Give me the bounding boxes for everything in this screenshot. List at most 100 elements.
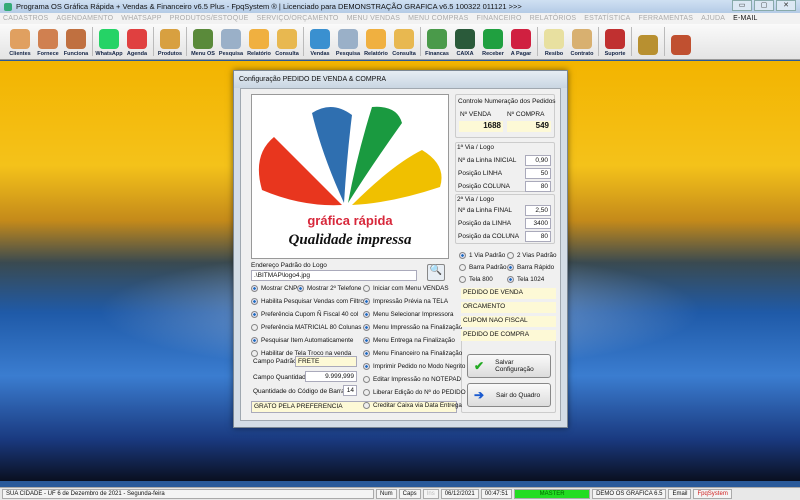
- mid-option-radio[interactable]: Menu Impressão na Finalização: [363, 324, 462, 331]
- toolbar-button-resibo[interactable]: Resibo: [540, 24, 568, 59]
- via2-field-input[interactable]: 80: [525, 231, 551, 242]
- toolbar-button-extra[interactable]: [634, 24, 662, 59]
- toolbar-label: Vendas: [310, 51, 330, 57]
- menu-whatsapp[interactable]: WHATSAPP: [121, 15, 161, 22]
- menu-menuvendas[interactable]: MENU VENDAS: [347, 15, 401, 22]
- toolbar-button-consulta[interactable]: Consulta: [390, 24, 418, 59]
- via1-field-input[interactable]: 50: [525, 168, 551, 179]
- radio-indicator: [251, 324, 258, 331]
- status-email-button[interactable]: Email: [668, 489, 692, 499]
- menu-menucompras[interactable]: MENU COMPRAS: [408, 15, 468, 22]
- toolbar-button-relatrio[interactable]: Relatório: [245, 24, 273, 59]
- doc-title-input[interactable]: PEDIDO DE COMPRA: [461, 330, 556, 341]
- toolbar-label: Funciona: [63, 51, 89, 57]
- left-option-radio[interactable]: Habilita Pesquisar Vendas com Filtro: [251, 298, 364, 305]
- via2-field-input[interactable]: 3400: [525, 218, 551, 229]
- mid-option-radio[interactable]: Menu Selecionar Impressora: [363, 311, 454, 318]
- mid-option-radio[interactable]: Iniciar com Menu VENDAS: [363, 285, 449, 292]
- via1-field-input[interactable]: 80: [525, 181, 551, 192]
- toolbar-button-clientes[interactable]: Clientes: [6, 24, 34, 59]
- menu-serviooramento[interactable]: SERVIÇO/ORÇAMENTO: [256, 15, 338, 22]
- minimize-button[interactable]: ▭: [732, 0, 752, 11]
- toolbar-button-extra[interactable]: [667, 24, 695, 59]
- toolbar-button-vendas[interactable]: Vendas: [306, 24, 334, 59]
- menu-produtosestoque[interactable]: PRODUTOS/ESTOQUE: [170, 15, 249, 22]
- venda-number-field[interactable]: 1688: [459, 121, 503, 132]
- toolbar-button-pesquisa[interactable]: Pesquisa: [334, 24, 362, 59]
- close-button[interactable]: ✕: [776, 0, 796, 11]
- toolbar-label: Resibo: [544, 51, 564, 57]
- save-config-button[interactable]: ✔ Salvar Configuração: [467, 354, 551, 378]
- toolbar-button-pesquisa[interactable]: Pesquisa: [217, 24, 245, 59]
- toolbar-button-apagar[interactable]: A Pagar: [507, 24, 535, 59]
- right-option-radio[interactable]: Tela 800: [459, 276, 493, 283]
- logo-text-slogan: Qualidade impressa: [288, 232, 412, 248]
- menu-cadastros[interactable]: CADASTROS: [3, 15, 48, 22]
- arrow-right-circle-icon: ➔: [474, 388, 485, 402]
- toolbar-button-caixa[interactable]: CAIXA: [451, 24, 479, 59]
- toolbar-label: Relatório: [364, 51, 388, 57]
- menu-agendamento[interactable]: AGENDAMENTO: [56, 15, 113, 22]
- right-option-radio[interactable]: 1 Via Padrão: [459, 252, 505, 259]
- toolbar-button-consulta[interactable]: Consulta: [273, 24, 301, 59]
- via1-field-input[interactable]: 0,90: [525, 155, 551, 166]
- left-option-radio[interactable]: Preferência MATRICIAL 80 Colunas: [251, 324, 361, 331]
- radio-mostrar-telefone[interactable]: Mostrar 2º Telefone: [297, 285, 361, 292]
- campo-quantidade-input[interactable]: 9.999,999: [305, 371, 357, 382]
- toolbar-button-receber[interactable]: Receber: [479, 24, 507, 59]
- checkmark-icon: ✔: [474, 359, 485, 373]
- mid-option-radio[interactable]: Liberar Edição do Nº do PEDIDO: [363, 389, 466, 396]
- mid-option-radio[interactable]: Menu Entrega na Finalização: [363, 337, 455, 344]
- right-option-radio[interactable]: Barra Padrão: [459, 264, 506, 271]
- toolbar-button-produtos[interactable]: Produtos: [156, 24, 184, 59]
- toolbar-button-financas[interactable]: Financas: [423, 24, 451, 59]
- toolbar-button-whatsapp[interactable]: WhatsApp: [95, 24, 123, 59]
- menu-relatrios[interactable]: RELATÓRIOS: [530, 15, 577, 22]
- toolbar-button-agenda[interactable]: Agenda: [123, 24, 151, 59]
- toolbar-button-menuos[interactable]: Menu OS: [189, 24, 217, 59]
- doc-title-input[interactable]: ORCAMENTO: [461, 302, 556, 313]
- menu-financeiro[interactable]: FINANCEIRO: [476, 15, 521, 22]
- left-option-radio[interactable]: Habilitar de Tela Troco na venda: [251, 350, 351, 357]
- toolbar-label: Agenda: [126, 51, 148, 57]
- radio-indicator: [251, 298, 258, 305]
- search-logo-button[interactable]: 🔍: [427, 264, 445, 281]
- doc-title-input[interactable]: PEDIDO DE VENDA: [461, 288, 556, 299]
- right-option-radio[interactable]: Barra Rápido: [507, 264, 554, 271]
- mid-option-radio[interactable]: Creditar Caixa via Data Entrega: [363, 402, 462, 409]
- status-ins: Ins: [422, 489, 439, 499]
- menu-email[interactable]: E-MAIL: [733, 15, 758, 22]
- campo-padrao-input[interactable]: FRETE: [295, 356, 357, 367]
- mid-option-radio[interactable]: Impressão Prévia na TELA: [363, 298, 448, 305]
- right-option-radio[interactable]: Tela 1024: [507, 276, 544, 283]
- menu-ferramentas[interactable]: FERRAMENTAS: [639, 15, 694, 22]
- toolbar-button-contrato[interactable]: Contrato: [568, 24, 596, 59]
- doc-title-input[interactable]: CUPOM NAO FISCAL: [461, 316, 556, 327]
- mid-option-radio[interactable]: Menu Financeiro na Finalização: [363, 350, 462, 357]
- title-bar: Programa OS Gráfica Rápida + Vendas & Fi…: [0, 0, 800, 13]
- toolbar: Clientes Fornece Funciona WhatsApp Agenda Pro…: [0, 24, 800, 60]
- maximize-button[interactable]: ▢: [754, 0, 774, 11]
- radio-indicator: [251, 311, 258, 318]
- mid-option-radio[interactable]: Imprimir Pedido no Modo Negrito: [363, 363, 465, 370]
- logo-path-input[interactable]: .\BITMAP\logo4.jpg: [251, 270, 417, 281]
- left-option-radio[interactable]: Pesquisar Item Automaticamente: [251, 337, 353, 344]
- via2-field-input[interactable]: 2,50: [525, 205, 551, 216]
- toolbar-button-funciona[interactable]: Funciona: [62, 24, 90, 59]
- toolbar-button-relatrio[interactable]: Relatório: [362, 24, 390, 59]
- left-option-radio[interactable]: Preferência Cupom Ñ Fiscal 40 col: [251, 311, 358, 318]
- status-user: MASTER: [514, 489, 591, 499]
- menu-ajuda[interactable]: AJUDA: [701, 15, 725, 22]
- exit-dialog-button[interactable]: ➔ Sair do Quadro: [467, 383, 551, 407]
- radio-indicator: [363, 285, 370, 292]
- compra-number-field[interactable]: 549: [507, 121, 551, 132]
- resibo-icon: [544, 29, 564, 49]
- toolbar-label: Contrato: [570, 51, 594, 57]
- toolbar-button-fornece[interactable]: Fornece: [34, 24, 62, 59]
- mid-option-radio[interactable]: Editar Impressão no NOTEPAD: [363, 376, 461, 383]
- codbarras-input[interactable]: 14: [343, 385, 357, 396]
- right-option-radio[interactable]: 2 Vias Padrão: [507, 252, 556, 259]
- radio-mostrar-cnpj[interactable]: Mostrar CNPJ: [251, 285, 301, 292]
- menu-estatstica[interactable]: ESTATÍSTICA: [584, 15, 630, 22]
- toolbar-button-suporte[interactable]: Suporte: [601, 24, 629, 59]
